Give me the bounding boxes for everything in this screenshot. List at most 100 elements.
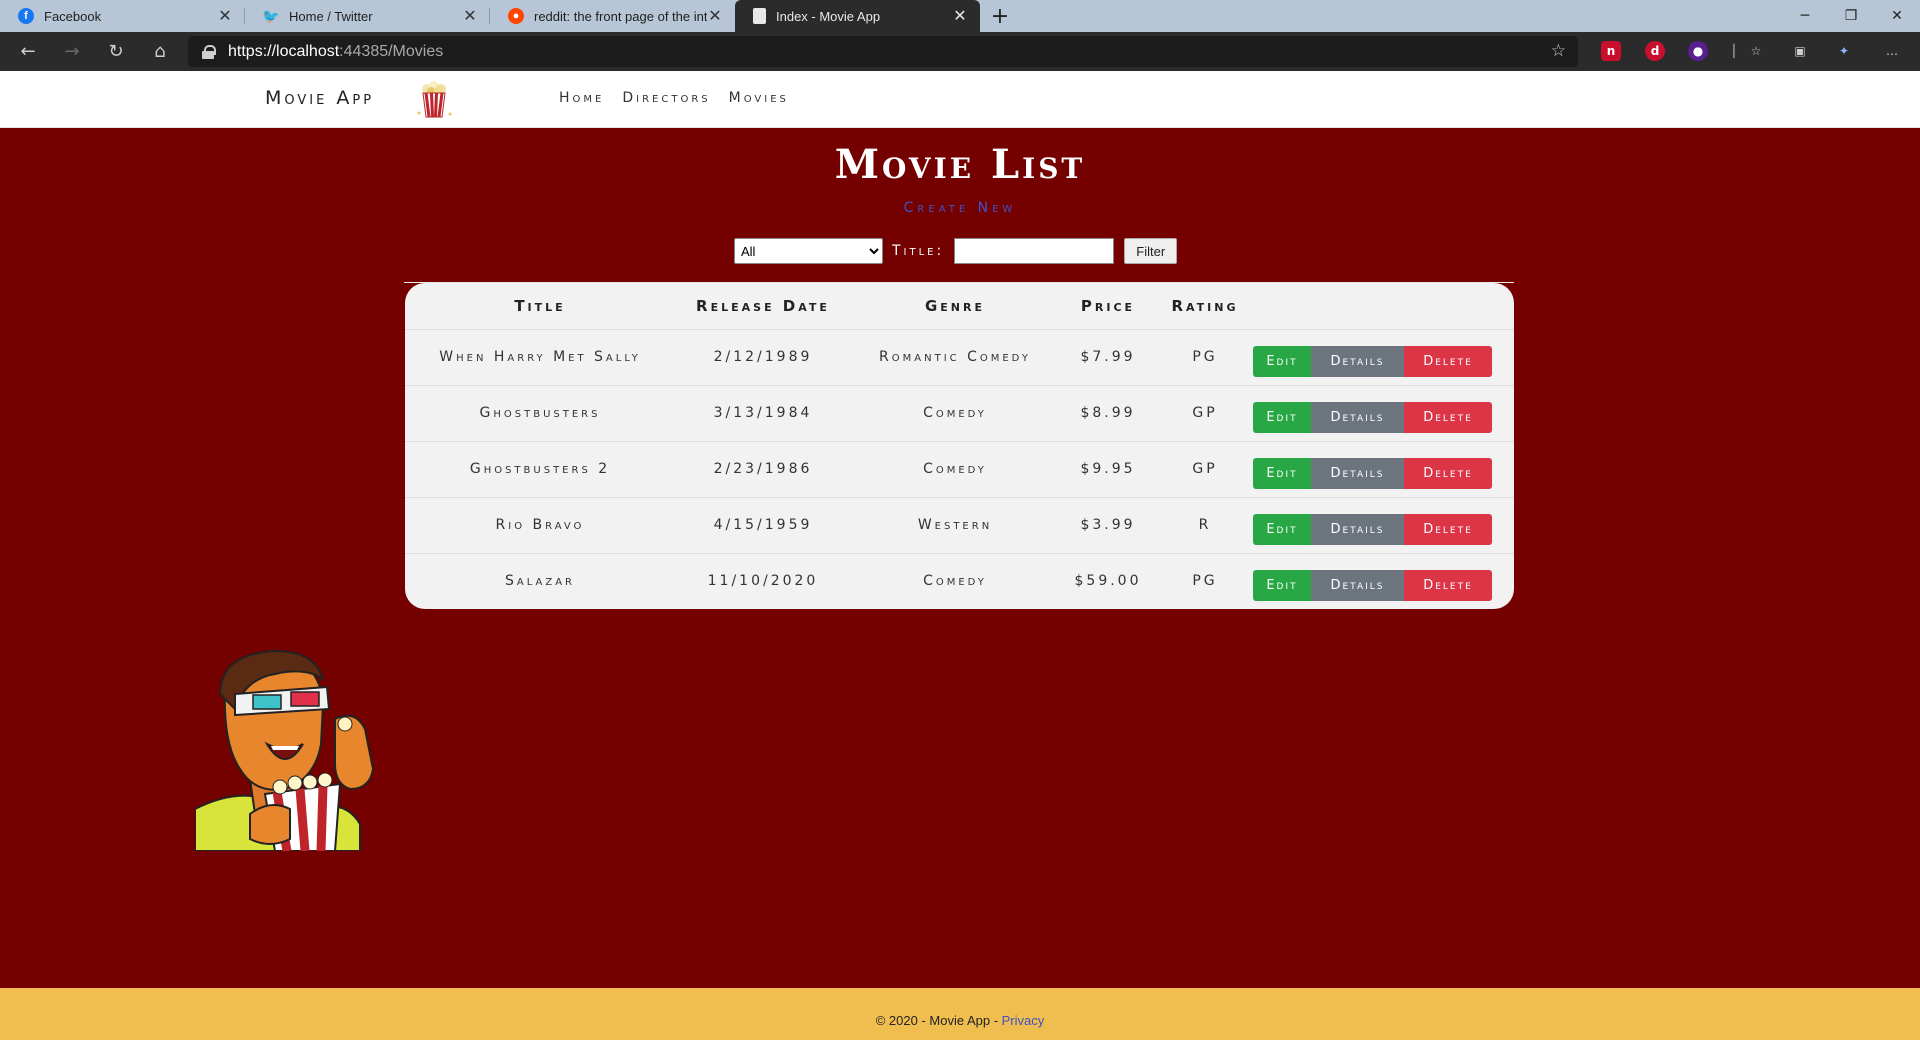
- delete-button[interactable]: Delete: [1404, 401, 1492, 433]
- movie-rating: GP: [1157, 440, 1253, 497]
- movie-genre: Western: [851, 496, 1059, 553]
- page-icon: [753, 8, 766, 24]
- close-window-button[interactable]: ✕: [1874, 0, 1920, 32]
- back-button[interactable]: ←: [6, 32, 50, 71]
- browser-tab-twitter[interactable]: 🐦 Home / Twitter ✕: [245, 0, 490, 32]
- reload-icon: ↻: [108, 41, 124, 62]
- movie-genre: Comedy: [851, 384, 1059, 441]
- delete-button[interactable]: Delete: [1404, 569, 1492, 601]
- row-actions: Edit Details Delete: [1253, 328, 1514, 385]
- table-header-row: Title Release Date Genre Price Rating: [405, 283, 1514, 329]
- twitter-icon: 🐦: [262, 7, 280, 24]
- reddit-icon: ●: [508, 8, 524, 24]
- profile-icon[interactable]: ✦: [1834, 41, 1854, 61]
- column-header-release-date[interactable]: Release Date: [675, 283, 851, 329]
- movie-genre: Romantic Comedy: [851, 328, 1059, 385]
- site-header: Movie App Home Directors Movies: [0, 71, 1920, 128]
- collections-icon[interactable]: ▣: [1790, 41, 1810, 61]
- url-field[interactable]: https://localhost:44385/Movies ☆: [188, 36, 1578, 67]
- favorite-star-icon[interactable]: ☆: [1551, 41, 1566, 61]
- filter-button[interactable]: Filter: [1124, 238, 1178, 264]
- create-new-link[interactable]: Create New: [0, 200, 1920, 216]
- movie-release-date: 11/10/2020: [675, 552, 851, 609]
- nav-home[interactable]: Home: [559, 90, 604, 106]
- genre-select[interactable]: All: [734, 238, 883, 264]
- edit-button[interactable]: Edit: [1253, 569, 1311, 601]
- details-button[interactable]: Details: [1311, 569, 1404, 601]
- details-button[interactable]: Details: [1311, 457, 1404, 489]
- close-icon[interactable]: ✕: [462, 6, 478, 26]
- home-icon: ⌂: [154, 41, 166, 62]
- edit-button[interactable]: Edit: [1253, 457, 1311, 489]
- popcorn-mascot-illustration: [195, 649, 375, 851]
- back-arrow-icon: ←: [20, 41, 36, 62]
- movie-release-date: 4/15/1959: [675, 496, 851, 553]
- movie-title: Rio Bravo: [405, 496, 675, 553]
- movie-genre: Comedy: [851, 440, 1059, 497]
- page-title: Movie List: [834, 141, 1086, 188]
- table-row: Salazar 11/10/2020 Comedy $59.00 PG Edit…: [405, 552, 1514, 609]
- tab-title: Index - Movie App: [776, 8, 881, 24]
- nav-directors[interactable]: Directors: [622, 90, 710, 106]
- home-button[interactable]: ⌂: [138, 32, 182, 71]
- column-header-price[interactable]: Price: [1059, 283, 1157, 329]
- filter-form: All Title: Filter: [734, 238, 1178, 264]
- new-tab-button[interactable]: +: [986, 2, 1014, 30]
- browser-tab-facebook[interactable]: f Facebook ✕: [0, 0, 245, 32]
- row-actions: Edit Details Delete: [1253, 384, 1514, 441]
- column-header-rating[interactable]: Rating: [1157, 283, 1253, 329]
- edit-button[interactable]: Edit: [1253, 401, 1311, 433]
- movie-release-date: 3/13/1984: [675, 384, 851, 441]
- movies-table-container: Title Release Date Genre Price Rating Wh…: [405, 283, 1514, 609]
- movie-price: $3.99: [1059, 496, 1157, 553]
- movie-rating: R: [1157, 496, 1253, 553]
- extension-icon[interactable]: ●: [1688, 41, 1708, 61]
- title-filter-input[interactable]: [954, 238, 1115, 264]
- column-header-title[interactable]: Title: [405, 283, 675, 329]
- close-icon[interactable]: ✕: [707, 6, 723, 26]
- divider: │: [1730, 44, 1738, 58]
- movie-price: $7.99: [1059, 328, 1157, 385]
- forward-arrow-icon: →: [64, 41, 80, 62]
- url-text: https://localhost:44385/Movies: [228, 42, 444, 60]
- close-icon[interactable]: ✕: [217, 6, 233, 26]
- extension-icon[interactable]: n: [1601, 41, 1621, 61]
- details-button[interactable]: Details: [1311, 401, 1404, 433]
- movie-price: $9.95: [1059, 440, 1157, 497]
- favorites-icon[interactable]: ☆: [1746, 41, 1766, 61]
- edit-button[interactable]: Edit: [1253, 345, 1311, 377]
- movie-title: Salazar: [405, 552, 675, 609]
- table-row: Ghostbusters 3/13/1984 Comedy $8.99 GP E…: [405, 384, 1514, 441]
- column-header-genre[interactable]: Genre: [851, 283, 1059, 329]
- details-button[interactable]: Details: [1311, 345, 1404, 377]
- privacy-link[interactable]: Privacy: [1002, 1013, 1045, 1028]
- tab-title: reddit: the front page of the internet: [534, 8, 707, 24]
- restore-button[interactable]: ❐: [1828, 0, 1874, 32]
- minimize-button[interactable]: ─: [1782, 0, 1828, 32]
- movie-title: Ghostbusters: [405, 384, 675, 441]
- reload-button[interactable]: ↻: [94, 32, 138, 71]
- details-button[interactable]: Details: [1311, 513, 1404, 545]
- delete-button[interactable]: Delete: [1404, 457, 1492, 489]
- brand-link[interactable]: Movie App: [265, 87, 374, 109]
- delete-button[interactable]: Delete: [1404, 345, 1492, 377]
- row-actions: Edit Details Delete: [1253, 440, 1514, 497]
- nav-movies[interactable]: Movies: [729, 90, 789, 106]
- extension-icon[interactable]: d: [1645, 41, 1665, 61]
- main-nav: Home Directors Movies: [559, 90, 789, 106]
- browser-tab-reddit[interactable]: ● reddit: the front page of the internet…: [490, 0, 735, 32]
- movie-release-date: 2/23/1986: [675, 440, 851, 497]
- movie-rating: PG: [1157, 552, 1253, 609]
- browser-tab-movie-app[interactable]: Index - Movie App ✕: [735, 0, 980, 32]
- table-row: Ghostbusters 2 2/23/1986 Comedy $9.95 GP…: [405, 440, 1514, 497]
- tab-title: Home / Twitter: [289, 8, 373, 24]
- delete-button[interactable]: Delete: [1404, 513, 1492, 545]
- more-icon[interactable]: …: [1882, 41, 1902, 61]
- table-row: Rio Bravo 4/15/1959 Western $3.99 R Edit…: [405, 496, 1514, 553]
- close-icon[interactable]: ✕: [952, 6, 968, 26]
- movie-price: $8.99: [1059, 384, 1157, 441]
- row-actions: Edit Details Delete: [1253, 496, 1514, 553]
- edit-button[interactable]: Edit: [1253, 513, 1311, 545]
- movie-rating: PG: [1157, 328, 1253, 385]
- forward-button[interactable]: →: [50, 32, 94, 71]
